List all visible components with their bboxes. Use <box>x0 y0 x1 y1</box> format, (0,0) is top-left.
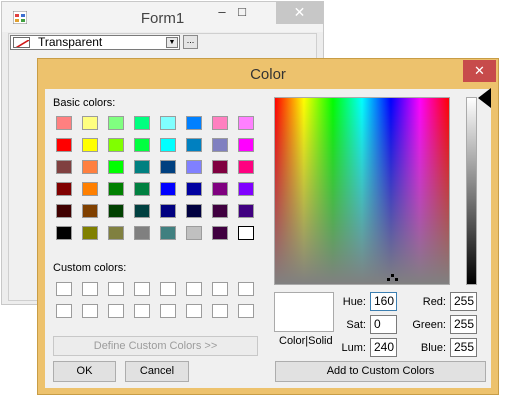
basic-color-swatch[interactable] <box>212 204 228 218</box>
basic-color-swatch[interactable] <box>160 226 176 240</box>
custom-color-swatch[interactable] <box>134 304 150 318</box>
custom-colors-label: Custom colors: <box>53 262 127 274</box>
basic-color-swatch[interactable] <box>160 182 176 196</box>
custom-color-swatch[interactable] <box>186 282 202 296</box>
basic-color-swatch[interactable] <box>134 138 150 152</box>
basic-color-swatch[interactable] <box>186 204 202 218</box>
hue-input[interactable]: 160 <box>370 292 397 311</box>
basic-color-swatch[interactable] <box>56 138 72 152</box>
basic-color-swatch[interactable] <box>56 226 72 240</box>
hue-label: Hue: <box>342 296 366 308</box>
dialog-title: Color <box>250 66 286 83</box>
combo-value: Transparent <box>38 35 103 49</box>
green-label: Green: <box>412 319 446 331</box>
basic-color-swatch[interactable] <box>186 182 202 196</box>
green-input[interactable]: 255 <box>450 315 477 334</box>
chevron-down-icon[interactable]: ▼ <box>166 37 178 48</box>
transparent-swatch-icon <box>13 37 30 48</box>
ellipsis-button[interactable]: ... <box>183 35 198 49</box>
define-custom-colors-button[interactable]: Define Custom Colors >> <box>53 336 258 356</box>
basic-color-swatch[interactable] <box>108 226 124 240</box>
basic-color-swatch[interactable] <box>108 182 124 196</box>
basic-color-swatch[interactable] <box>56 160 72 174</box>
red-input[interactable]: 255 <box>450 292 477 311</box>
basic-color-swatch[interactable] <box>82 204 98 218</box>
sat-input[interactable]: 0 <box>370 315 397 334</box>
crosshair-icon <box>387 274 398 281</box>
basic-color-swatch[interactable] <box>238 182 254 196</box>
basic-color-swatch[interactable] <box>186 226 202 240</box>
basic-color-swatch[interactable] <box>238 138 254 152</box>
basic-color-swatch[interactable] <box>134 226 150 240</box>
basic-color-swatch[interactable] <box>238 160 254 174</box>
blue-label: Blue: <box>420 342 446 354</box>
basic-color-swatch[interactable] <box>108 138 124 152</box>
basic-color-swatch[interactable] <box>134 182 150 196</box>
custom-color-swatch[interactable] <box>134 282 150 296</box>
add-to-custom-colors-button[interactable]: Add to Custom Colors <box>275 361 486 382</box>
basic-color-swatch[interactable] <box>56 204 72 218</box>
basic-color-swatch[interactable] <box>238 116 254 130</box>
color-spectrum[interactable] <box>274 97 450 285</box>
basic-color-swatch[interactable] <box>186 138 202 152</box>
basic-color-swatch[interactable] <box>134 116 150 130</box>
luminance-slider[interactable] <box>466 97 477 285</box>
basic-color-swatch[interactable] <box>186 160 202 174</box>
form1-titlebar[interactable]: Form1 – □ ✕ <box>2 2 323 32</box>
basic-color-swatch[interactable] <box>212 160 228 174</box>
basic-color-swatch[interactable] <box>160 138 176 152</box>
custom-color-swatch[interactable] <box>238 304 254 318</box>
basic-color-swatch[interactable] <box>108 160 124 174</box>
basic-color-swatch[interactable] <box>212 138 228 152</box>
basic-color-swatch[interactable] <box>108 116 124 130</box>
custom-color-swatch[interactable] <box>160 304 176 318</box>
lum-input[interactable]: 240 <box>370 338 397 357</box>
basic-color-swatch[interactable] <box>212 226 228 240</box>
dialog-close-button[interactable]: ✕ <box>463 60 496 82</box>
basic-color-swatch[interactable] <box>56 116 72 130</box>
basic-color-swatch[interactable] <box>108 204 124 218</box>
custom-color-swatch[interactable] <box>160 282 176 296</box>
red-label: Red: <box>422 296 446 308</box>
basic-color-swatch[interactable] <box>56 182 72 196</box>
basic-color-swatch[interactable] <box>160 204 176 218</box>
basic-color-swatch[interactable] <box>238 204 254 218</box>
basic-color-swatch[interactable] <box>212 182 228 196</box>
basic-color-swatch[interactable] <box>82 116 98 130</box>
basic-color-swatch[interactable] <box>238 226 254 240</box>
maximize-button[interactable]: □ <box>227 2 257 24</box>
basic-color-swatch[interactable] <box>82 138 98 152</box>
custom-color-swatch[interactable] <box>108 282 124 296</box>
cancel-button[interactable]: Cancel <box>125 361 189 382</box>
color-combo[interactable]: Transparent ▼ <box>10 35 180 50</box>
basic-color-swatch[interactable] <box>134 160 150 174</box>
color-solid-label: Color|Solid <box>279 335 333 347</box>
lum-label: Lum: <box>341 342 366 354</box>
sat-label: Sat: <box>346 319 366 331</box>
luminance-arrow-icon[interactable] <box>478 88 491 108</box>
basic-color-swatch[interactable] <box>134 204 150 218</box>
custom-color-swatch[interactable] <box>186 304 202 318</box>
blue-input[interactable]: 255 <box>450 338 477 357</box>
custom-color-swatch[interactable] <box>56 304 72 318</box>
basic-color-swatch[interactable] <box>212 116 228 130</box>
custom-color-swatch[interactable] <box>108 304 124 318</box>
custom-color-swatch[interactable] <box>212 282 228 296</box>
custom-color-swatch[interactable] <box>56 282 72 296</box>
custom-color-swatch[interactable] <box>238 282 254 296</box>
basic-colors-label: Basic colors: <box>53 97 116 109</box>
custom-color-swatch[interactable] <box>82 282 98 296</box>
basic-color-swatch[interactable] <box>82 160 98 174</box>
basic-color-swatch[interactable] <box>82 226 98 240</box>
basic-color-swatch[interactable] <box>160 116 176 130</box>
form1-close-button[interactable]: ✕ <box>276 2 323 24</box>
form1-title: Form1 <box>140 10 185 27</box>
basic-color-swatch[interactable] <box>160 160 176 174</box>
custom-color-swatch[interactable] <box>212 304 228 318</box>
basic-color-swatch[interactable] <box>82 182 98 196</box>
color-preview <box>274 292 334 332</box>
custom-color-swatch[interactable] <box>82 304 98 318</box>
basic-color-swatch[interactable] <box>186 116 202 130</box>
ok-button[interactable]: OK <box>53 361 116 382</box>
